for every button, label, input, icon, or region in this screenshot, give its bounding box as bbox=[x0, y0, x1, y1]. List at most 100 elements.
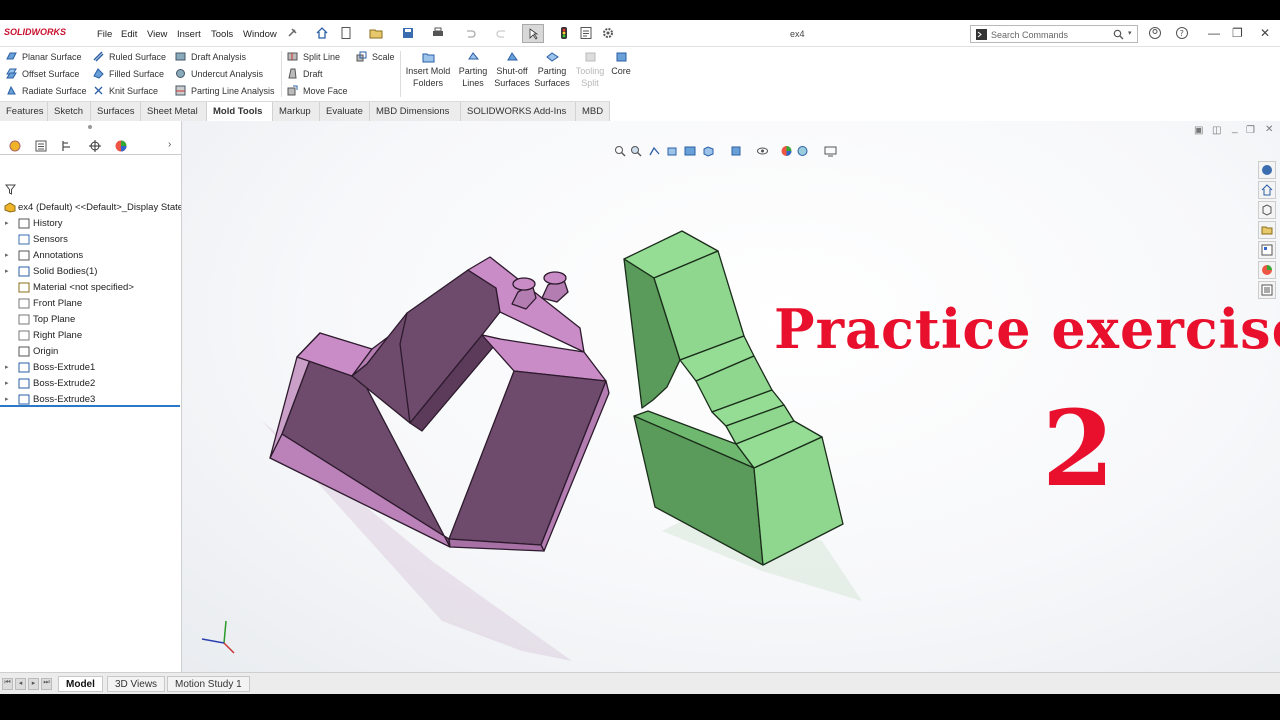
minimize-icon[interactable]: — bbox=[1208, 26, 1220, 40]
tree-root[interactable]: ex4 (Default) <<Default>_Display State 1… bbox=[0, 200, 181, 216]
model-scene bbox=[262, 230, 862, 661]
tab-mbd[interactable]: MBD bbox=[576, 102, 610, 122]
label-2: Split bbox=[581, 78, 599, 88]
undo-icon[interactable] bbox=[463, 26, 477, 40]
tab-motion-study-1[interactable]: Motion Study 1 bbox=[167, 676, 250, 692]
home-icon[interactable] bbox=[315, 26, 329, 40]
print-icon[interactable] bbox=[431, 26, 445, 40]
scroll-prev-icon[interactable]: ◂ bbox=[15, 678, 26, 690]
expand-arrow-icon[interactable]: ▸ bbox=[5, 395, 9, 403]
pin-icon[interactable] bbox=[285, 26, 299, 40]
search-placeholder: Search Commands bbox=[991, 30, 1069, 40]
annotations-icon bbox=[18, 250, 30, 261]
tab-model[interactable]: Model bbox=[58, 676, 103, 692]
tab-sketch[interactable]: Sketch bbox=[48, 102, 91, 122]
search-commands-input[interactable]: Search Commands ▾ bbox=[970, 25, 1138, 43]
property-manager-tab-icon[interactable] bbox=[34, 139, 48, 153]
triad-z-axis bbox=[201, 638, 225, 644]
insert-mold-folders-button[interactable]: Insert Mold Folders bbox=[404, 51, 452, 89]
chevron-right-icon[interactable]: › bbox=[168, 139, 171, 150]
tab-features[interactable]: Features bbox=[0, 102, 48, 122]
tab-markup[interactable]: Markup bbox=[273, 102, 320, 122]
parting-surfaces-button[interactable]: Parting Surfaces bbox=[533, 51, 571, 89]
tab-sheet-metal[interactable]: Sheet Metal bbox=[141, 102, 207, 122]
tree-item[interactable]: Origin bbox=[0, 344, 181, 360]
menu-insert[interactable]: Insert bbox=[177, 29, 201, 40]
dimxpert-manager-tab-icon[interactable] bbox=[88, 139, 102, 153]
radiate-surface-button[interactable]: Radiate Surface bbox=[6, 85, 87, 96]
options-gear-icon[interactable] bbox=[601, 26, 615, 40]
display-manager-tab-icon[interactable] bbox=[114, 139, 128, 153]
tab-mbd-dimensions[interactable]: MBD Dimensions bbox=[370, 102, 461, 122]
menu-tools[interactable]: Tools bbox=[211, 29, 233, 40]
draft-analysis-button[interactable]: Draft Analysis bbox=[175, 51, 246, 62]
expand-arrow-icon[interactable]: ▸ bbox=[5, 267, 9, 275]
user-account-icon[interactable] bbox=[1148, 26, 1162, 40]
planar-surface-button[interactable]: Planar Surface bbox=[6, 51, 82, 62]
draft-button[interactable]: Draft bbox=[287, 68, 323, 79]
tab-surfaces[interactable]: Surfaces bbox=[91, 102, 141, 122]
undercut-analysis-button[interactable]: Undercut Analysis bbox=[175, 68, 263, 79]
shut-off-surfaces-button[interactable]: Shut-off Surfaces bbox=[493, 51, 531, 89]
select-tool-button[interactable] bbox=[522, 24, 544, 43]
move-face-button[interactable]: Move Face bbox=[287, 85, 348, 96]
front-plane-icon bbox=[18, 298, 30, 309]
restore-icon[interactable]: ❐ bbox=[1232, 26, 1243, 40]
scale-button[interactable]: Scale bbox=[356, 51, 395, 62]
label-1: Core bbox=[611, 66, 631, 76]
ruled-surface-button[interactable]: Ruled Surface bbox=[93, 51, 166, 62]
tree-item[interactable]: ▸ Boss-Extrude2 bbox=[0, 376, 181, 392]
tree-root-label: ex4 (Default) <<Default>_Display State 1… bbox=[18, 202, 181, 213]
panel-grip[interactable] bbox=[88, 125, 92, 129]
search-icon[interactable] bbox=[1113, 29, 1124, 40]
tree-item[interactable]: Right Plane bbox=[0, 328, 181, 344]
tree-item[interactable]: ▸ Boss-Extrude1 bbox=[0, 360, 181, 376]
expand-arrow-icon[interactable]: ▸ bbox=[5, 363, 9, 371]
help-icon[interactable]: ? bbox=[1175, 26, 1189, 40]
tree-item[interactable]: Front Plane bbox=[0, 296, 181, 312]
search-dropdown-icon[interactable]: ▾ bbox=[1128, 29, 1132, 37]
tree-item[interactable]: Material <not specified> bbox=[0, 280, 181, 296]
tab-mold-tools[interactable]: Mold Tools bbox=[207, 102, 273, 122]
new-document-icon[interactable] bbox=[339, 26, 353, 40]
knit-surface-button[interactable]: Knit Surface bbox=[93, 85, 158, 96]
split-line-button[interactable]: Split Line bbox=[287, 51, 340, 62]
menu-file[interactable]: File bbox=[97, 29, 112, 40]
scroll-next-icon[interactable]: ▸ bbox=[28, 678, 39, 690]
feature-manager-tab-icon[interactable] bbox=[8, 139, 22, 153]
parting-lines-button[interactable]: Parting Lines bbox=[455, 51, 491, 89]
tree-item[interactable]: ▸ Solid Bodies(1) bbox=[0, 264, 181, 280]
redo-icon[interactable] bbox=[495, 26, 509, 40]
configuration-manager-tab-icon[interactable] bbox=[60, 139, 74, 153]
tree-item[interactable]: Sensors bbox=[0, 232, 181, 248]
expand-arrow-icon[interactable]: ▸ bbox=[5, 251, 9, 259]
offset-surface-button[interactable]: Offset Surface bbox=[6, 68, 79, 79]
file-properties-icon[interactable] bbox=[579, 26, 593, 40]
graphics-area[interactable]: ▣ ◫ _ ❐ ✕ Practice exercise 2 bbox=[182, 121, 1280, 672]
expand-arrow-icon[interactable]: ▸ bbox=[5, 219, 9, 227]
scroll-last-icon[interactable]: ⏭ bbox=[41, 678, 52, 690]
rollback-bar[interactable] bbox=[0, 405, 180, 407]
tab-3d-views[interactable]: 3D Views bbox=[107, 676, 166, 692]
filter-icon[interactable] bbox=[5, 184, 16, 195]
expand-arrow-icon[interactable]: ▸ bbox=[5, 379, 9, 387]
tree-item[interactable]: ▸ Annotations bbox=[0, 248, 181, 264]
core-button[interactable]: Core bbox=[608, 51, 634, 77]
menu-window[interactable]: Window bbox=[243, 29, 277, 40]
label: Planar Surface bbox=[22, 51, 82, 62]
tab-solidworks-add-ins[interactable]: SOLIDWORKS Add-Ins bbox=[461, 102, 576, 122]
save-icon[interactable] bbox=[401, 26, 415, 40]
traffic-light-icon[interactable] bbox=[557, 26, 571, 40]
right-plane-icon bbox=[18, 330, 30, 341]
open-folder-icon[interactable] bbox=[369, 26, 383, 40]
tab-evaluate[interactable]: Evaluate bbox=[320, 102, 370, 122]
tree-item[interactable]: ▸ History bbox=[0, 216, 181, 232]
parting-line-analysis-button[interactable]: Parting Line Analysis bbox=[175, 85, 275, 96]
scroll-first-icon[interactable]: ⏮ bbox=[2, 678, 13, 690]
menu-edit[interactable]: Edit bbox=[121, 29, 137, 40]
boss-extrude-icon bbox=[18, 378, 30, 389]
menu-view[interactable]: View bbox=[147, 29, 167, 40]
filled-surface-button[interactable]: Filled Surface bbox=[93, 68, 164, 79]
tree-item[interactable]: Top Plane bbox=[0, 312, 181, 328]
close-icon[interactable]: ✕ bbox=[1260, 26, 1270, 40]
